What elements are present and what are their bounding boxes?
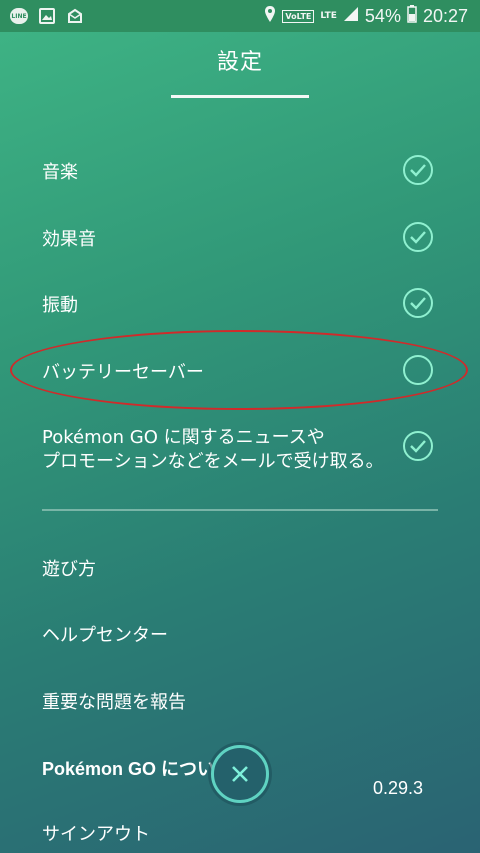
- setting-sound-effects-label: 効果音: [42, 229, 96, 250]
- close-button[interactable]: [211, 745, 269, 803]
- setting-music-toggle[interactable]: [403, 155, 433, 185]
- mail-notify-icon: [66, 7, 84, 25]
- setting-vibration-label: 振動: [42, 295, 78, 316]
- check-icon: [410, 231, 426, 244]
- setting-email-news-line1: Pokémon GO に関するニュースや: [42, 427, 325, 448]
- battery-percent: 54%: [364, 5, 401, 26]
- title-underline: [171, 95, 309, 98]
- setting-email-news-line2: プロモーションなどをメールで受け取る。: [42, 451, 384, 472]
- menu-report-issue[interactable]: 重要な問題を報告: [42, 688, 186, 714]
- volte-badge: VoLTE: [282, 9, 315, 23]
- lte-indicator: LTE: [320, 10, 337, 21]
- version-label: 0.29.3: [373, 778, 424, 798]
- setting-email-news-label: Pokémon GO に関するニュースや プロモーションなどをメールで受け取る。: [42, 426, 384, 474]
- menu-about[interactable]: Pokémon GO につい: [42, 755, 215, 781]
- setting-email-news-toggle[interactable]: [403, 431, 433, 461]
- check-icon: [410, 297, 426, 310]
- setting-vibration-toggle[interactable]: [403, 288, 433, 318]
- close-icon: [232, 766, 248, 782]
- location-icon: [264, 5, 276, 27]
- menu-how-to-play[interactable]: 遊び方: [42, 555, 96, 581]
- section-divider: [42, 509, 438, 511]
- check-icon: [410, 440, 426, 453]
- battery-icon: [407, 5, 417, 27]
- clock: 20:27: [422, 5, 468, 26]
- menu-sign-out[interactable]: サインアウト: [42, 820, 150, 846]
- menu-help-center[interactable]: ヘルプセンター: [42, 621, 168, 647]
- page-title: 設定: [216, 50, 263, 75]
- image-icon: [38, 7, 56, 25]
- setting-music-label: 音楽: [42, 162, 78, 183]
- line-icon: LINE: [10, 7, 28, 25]
- status-bar: LINE VoLTE LTE 54% 20:27: [0, 0, 480, 32]
- signal-icon: [343, 6, 359, 26]
- red-highlight-ellipse: [10, 330, 468, 410]
- setting-sound-effects-toggle[interactable]: [403, 222, 433, 252]
- check-icon: [410, 164, 426, 177]
